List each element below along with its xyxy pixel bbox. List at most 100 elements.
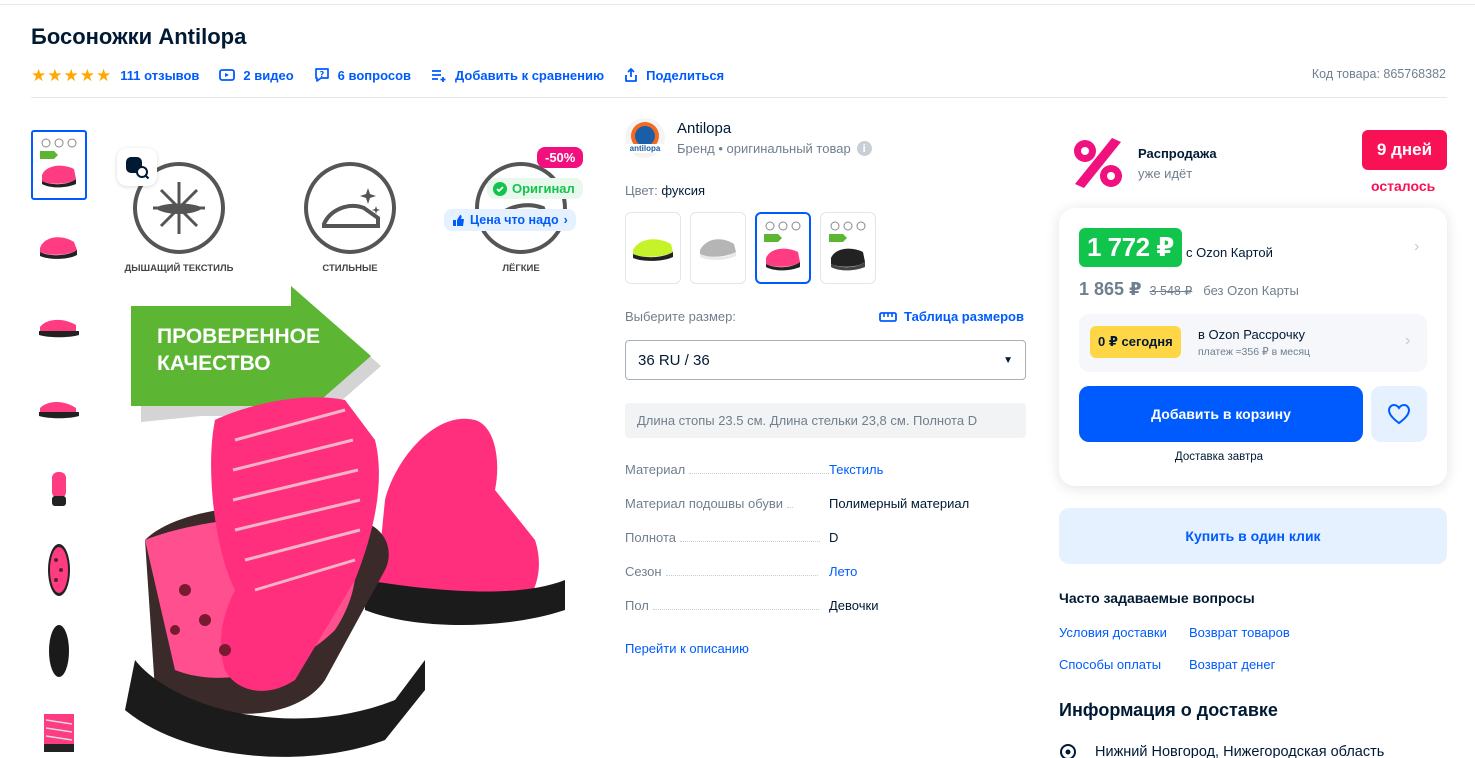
- share-icon: [625, 68, 638, 82]
- color-swatch-grey[interactable]: [690, 212, 746, 284]
- page-title: Босоножки Antilopa: [31, 24, 247, 49]
- product-sku[interactable]: Код товара: 865768382: [1312, 67, 1446, 81]
- sale-days-badge: 9 дней: [1362, 130, 1447, 170]
- spec-key: Материал подошвы обуви: [625, 496, 784, 511]
- spec-row: Полнота D: [625, 530, 1026, 564]
- questions-label: 6 вопросов: [337, 67, 411, 83]
- sale-banner[interactable]: Распродажа уже идёт: [1068, 133, 1217, 193]
- star-icon: ★: [31, 65, 47, 85]
- sandal-thumbnail-image: [44, 714, 74, 752]
- sale-subtitle: уже идёт: [1138, 165, 1193, 181]
- color-swatches: [625, 212, 876, 284]
- sale-title: Распродажа: [1138, 145, 1217, 161]
- gallery-thumbnail[interactable]: [31, 697, 87, 758]
- original-label: Оригинал: [512, 181, 575, 196]
- ruler-icon: [879, 311, 897, 322]
- product-meta-row: ★ ★ ★ ★ ★ 111 отзывов 2 видео ? 6 вопрос…: [31, 64, 744, 86]
- gallery-thumbnail[interactable]: [31, 211, 87, 281]
- compare-icon: [432, 70, 446, 82]
- add-to-cart-button[interactable]: Добавить в корзину: [1079, 386, 1363, 442]
- delivery-note: Доставка завтра: [1174, 451, 1264, 463]
- favorite-button[interactable]: [1371, 386, 1427, 442]
- brand-logo: antilopa: [625, 118, 665, 158]
- size-table-link[interactable]: Таблица размеров: [879, 309, 1024, 324]
- star-icon: ★: [47, 65, 63, 85]
- gallery-thumbnail[interactable]: [31, 616, 87, 686]
- size-label: Выберите размер:: [625, 309, 736, 324]
- info-icon[interactable]: i: [856, 141, 872, 156]
- spec-row: Пол Девочки: [625, 598, 1026, 632]
- share-label: Поделиться: [646, 67, 725, 83]
- rating-stars[interactable]: ★ ★ ★ ★ ★: [31, 67, 111, 84]
- color-label: Цвет: фуксия: [625, 183, 705, 198]
- location-icon: [1060, 744, 1076, 758]
- zoom-button[interactable]: [117, 148, 157, 186]
- faq-link-refund[interactable]: Возврат денег: [1189, 657, 1275, 672]
- installment-subtitle: платеж ≈356 ₽ в месяц: [1198, 346, 1311, 358]
- gallery-thumbnail[interactable]: [31, 373, 87, 443]
- spec-value: D: [829, 530, 839, 545]
- sandal-thumbnail-image: [49, 625, 69, 677]
- feature-label: СТИЛЬНЫЕ: [322, 263, 377, 274]
- delivery-info-title: Информация о доставке: [1059, 700, 1278, 720]
- spec-dots: [680, 541, 821, 542]
- size-select[interactable]: 36 RU / 36 ▼: [625, 340, 1026, 380]
- star-icon: ★: [79, 65, 95, 85]
- fair-price-badge[interactable]: Цена что надо ›: [444, 209, 576, 231]
- reviews-link[interactable]: 111 отзывов: [120, 68, 199, 83]
- ozon-card-price[interactable]: 1 772 ₽: [1079, 228, 1182, 267]
- to-description-link[interactable]: Перейти к описанию: [625, 641, 749, 656]
- buy-one-click-button[interactable]: Купить в один клик: [1059, 508, 1447, 564]
- faq-link-payment[interactable]: Способы оплаты: [1059, 657, 1161, 672]
- faq-link-delivery[interactable]: Условия доставки: [1059, 625, 1167, 640]
- size-info: Длина стопы 23.5 см. Длина стельки 23,8 …: [625, 403, 1026, 438]
- spec-value: Девочки: [829, 598, 879, 613]
- faq-link-returns[interactable]: Возврат товаров: [1189, 625, 1290, 640]
- star-icon: ★: [96, 65, 112, 85]
- gallery-thumbnail[interactable]: [31, 292, 87, 362]
- color-swatch-fuchsia[interactable]: [755, 212, 811, 284]
- color-swatch-black[interactable]: [820, 212, 876, 284]
- chevron-right-icon[interactable]: ›: [1414, 238, 1419, 256]
- price-card: 1 772 ₽ с Ozon Картой › 1 865 ₽ 3 548 ₽ …: [1059, 208, 1447, 486]
- delivery-city-name: Нижний Новгород, Нижегородская область: [1095, 744, 1385, 758]
- specs-list: Материал Текстиль Материал подошвы обуви П…: [625, 462, 1026, 632]
- ozon-card-label: с Ozon Картой: [1186, 245, 1273, 260]
- brand-subtitle-text: Бренд • оригинальный товар: [677, 141, 851, 156]
- spec-dots: [787, 507, 794, 508]
- brand-block[interactable]: antilopa Antilopa Бренд • оригинальный т…: [625, 118, 872, 158]
- gallery-thumbnail[interactable]: [31, 454, 87, 524]
- check-circle-icon: [493, 181, 507, 196]
- compare-label: Добавить к сравнению: [455, 67, 605, 83]
- spec-dots: [665, 575, 818, 576]
- compare-link[interactable]: Добавить к сравнению: [431, 68, 604, 83]
- sandal-thumbnail-image: [39, 319, 79, 338]
- sandal-thumbnail-image: [48, 544, 70, 596]
- video-icon: [219, 69, 236, 81]
- gallery-thumbnail[interactable]: [31, 535, 87, 605]
- brand-name[interactable]: Antilopa: [677, 120, 872, 137]
- old-price: 3 548 ₽: [1149, 284, 1193, 298]
- sandal-thumbnail-image: [40, 237, 77, 259]
- installment-block[interactable]: 0 ₽ сегодня в Ozon Рассрочку платеж ≈356…: [1079, 314, 1427, 372]
- feature-label: ЛЁГКИЕ: [502, 263, 539, 274]
- svg-text:?: ?: [319, 70, 324, 79]
- regular-price-label: без Ozon Карты: [1203, 283, 1299, 298]
- sale-days-left: осталось: [1371, 178, 1436, 194]
- installment-badge: 0 ₽ сегодня: [1090, 326, 1181, 358]
- spec-value[interactable]: Лето: [829, 564, 857, 579]
- gallery-thumbnail[interactable]: [31, 130, 87, 200]
- sandal-thumbnail-image: [39, 402, 79, 419]
- percent-icon: [1074, 138, 1122, 188]
- header-divider: [31, 97, 1447, 98]
- share-link[interactable]: Поделиться: [624, 67, 724, 83]
- color-swatch-lime[interactable]: [625, 212, 681, 284]
- sandal-thumbnail-image: [40, 138, 77, 188]
- spec-value[interactable]: Текстиль: [829, 462, 883, 477]
- delivery-city[interactable]: Нижний Новгород, Нижегородская область: [1059, 743, 1384, 758]
- questions-link[interactable]: ? 6 вопросов: [314, 67, 411, 83]
- size-selected-value: 36 RU / 36: [638, 351, 710, 369]
- videos-link[interactable]: 2 видео: [219, 68, 294, 83]
- original-badge[interactable]: Оригинал: [487, 178, 583, 199]
- star-icon: ★: [63, 65, 79, 85]
